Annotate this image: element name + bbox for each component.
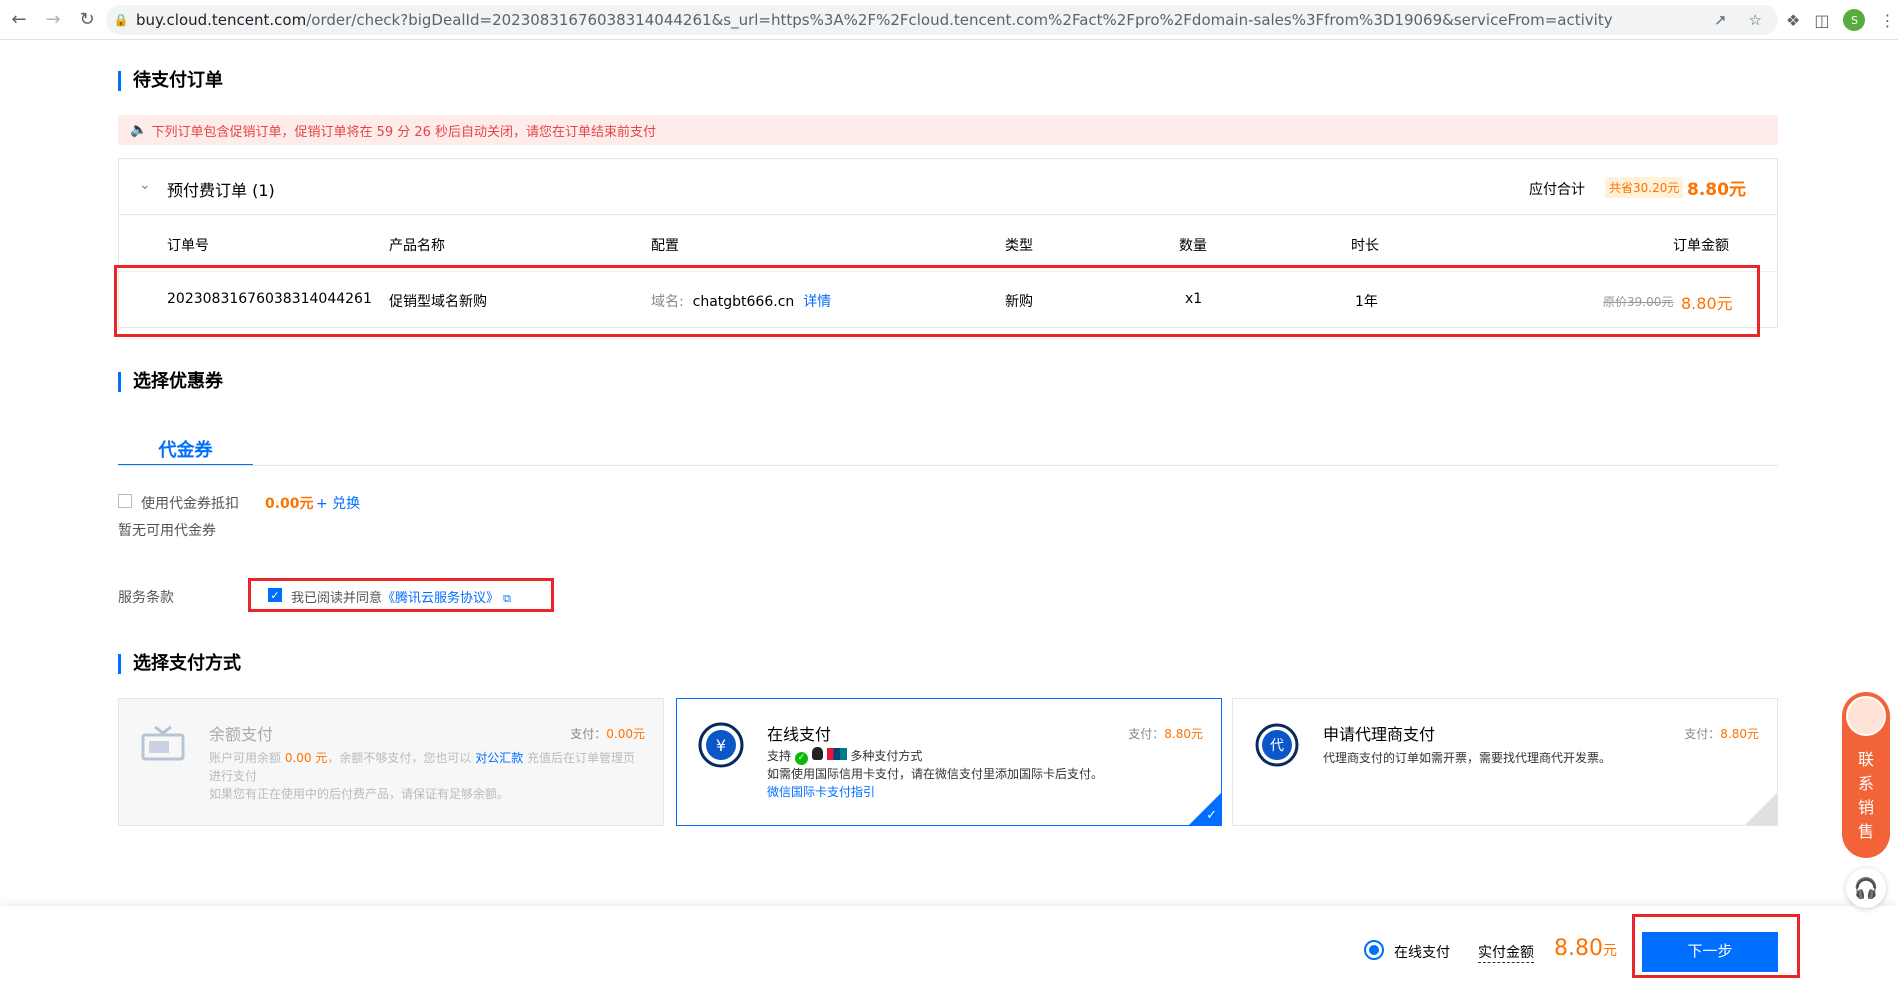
pay-label: 支付： bbox=[1128, 727, 1165, 741]
profile-avatar[interactable]: S bbox=[1843, 9, 1866, 31]
col-qty: 数量 bbox=[1179, 238, 1207, 254]
share-icon[interactable]: ↗ bbox=[1714, 11, 1727, 29]
payment-description: 支持 ✓ 多种支付方式 如需使用国际信用卡支付，请在微信支付里添加国际卡后支付。… bbox=[767, 747, 1203, 801]
unionpay-icon bbox=[826, 748, 847, 760]
extensions-puzzle-icon[interactable]: ❖ bbox=[1786, 11, 1800, 30]
support-label: 支持 bbox=[767, 749, 792, 763]
order-group-header[interactable]: ⌄ 预付费订单 (1) 应付合计 共省30.20元 8.80元 bbox=[119, 159, 1777, 215]
payment-amount: 支付：8.80元 bbox=[1128, 725, 1203, 742]
lock-icon: 🔒 bbox=[113, 13, 129, 27]
col-amount: 订单金额 bbox=[1673, 238, 1729, 254]
payment-amount: 支付：8.80元 bbox=[1684, 725, 1759, 742]
bookmark-star-icon[interactable]: ☆ bbox=[1749, 11, 1762, 29]
col-duration: 时长 bbox=[1351, 238, 1379, 254]
promo-notice-text: 下列订单包含促销订单，促销订单将在 59 分 26 秒后自动关闭，请您在订单结束… bbox=[151, 124, 657, 140]
multi-method-label: 多种支付方式 bbox=[850, 749, 923, 763]
contact-sales-label: 联 系 销 售 bbox=[1842, 748, 1890, 844]
pay-value: 8.80元 bbox=[1720, 727, 1759, 741]
payment-title: 余额支付 bbox=[209, 725, 274, 744]
side-panel-icon[interactable]: ◫ bbox=[1814, 11, 1829, 30]
sales-char: 销 bbox=[1857, 798, 1874, 817]
payment-description: 代理商支付的订单如需开票，需要找代理商代开发票。 bbox=[1323, 751, 1612, 765]
wechat-pay-icon: ✓ bbox=[794, 752, 808, 765]
col-product: 产品名称 bbox=[389, 238, 445, 254]
svg-text:代: 代 bbox=[1270, 738, 1284, 754]
savings-badge: 共省30.20元 bbox=[1605, 177, 1684, 198]
speaker-icon: 🔈 bbox=[130, 122, 148, 138]
browser-toolbar: ← → ↻ 🔒 buy.cloud.tencent.com/order/chec… bbox=[0, 0, 1898, 40]
no-voucher-text: 暂无可用代金券 bbox=[118, 523, 216, 539]
menu-kebab-icon[interactable]: ⋮ bbox=[1879, 11, 1895, 30]
payment-section-title: 选择支付方式 bbox=[118, 654, 241, 674]
pay-value: 0.00元 bbox=[606, 727, 645, 741]
intl-card-guide-link[interactable]: 微信国际卡支付指引 bbox=[767, 785, 875, 799]
unselected-corner bbox=[1745, 793, 1777, 825]
sales-char: 联 bbox=[1857, 750, 1874, 769]
exchange-voucher-link[interactable]: + 兑换 bbox=[316, 493, 360, 513]
tab-divider bbox=[118, 465, 1778, 466]
pay-label: 支付： bbox=[1684, 727, 1721, 741]
online-pay-radio[interactable] bbox=[1364, 940, 1384, 960]
corporate-remittance-link[interactable]: 对公汇款 bbox=[475, 751, 523, 765]
check-icon: ✓ bbox=[1206, 808, 1217, 823]
pending-orders-title: 待支付订单 bbox=[118, 71, 223, 91]
due-total-amount: 8.80元 bbox=[1687, 180, 1746, 200]
desc-part: 如果您有正在使用中的后付费产品，请保证有足够余额。 bbox=[209, 787, 510, 801]
voucher-deduct-amount: 0.00元 bbox=[265, 496, 314, 512]
order-group-title: 预付费订单 (1) bbox=[167, 181, 275, 200]
forward-arrow-icon[interactable]: → bbox=[38, 5, 68, 35]
sales-avatar bbox=[1846, 696, 1886, 736]
payment-title: 申请代理商支付 bbox=[1323, 725, 1436, 744]
sales-char: 系 bbox=[1857, 774, 1874, 793]
highlight-terms bbox=[248, 578, 554, 612]
actual-amount-label: 实付金额 bbox=[1478, 942, 1534, 963]
due-total-label: 应付合计 bbox=[1529, 182, 1585, 198]
back-arrow-icon[interactable]: ← bbox=[4, 5, 34, 35]
desc-part: ，余额不够支付，您也可以 bbox=[327, 751, 476, 765]
payment-agent-card[interactable]: 代 申请代理商支付 支付：8.80元 代理商支付的订单如需开票，需要找代理商代开… bbox=[1232, 698, 1778, 826]
contact-sales-widget[interactable]: 联 系 销 售 bbox=[1842, 692, 1890, 858]
pay-value: 8.80元 bbox=[1164, 727, 1203, 741]
actual-amount: 8.80元 bbox=[1554, 936, 1617, 961]
sales-char: 售 bbox=[1857, 822, 1874, 841]
terms-label: 服务条款 bbox=[118, 590, 174, 606]
svg-text:¥: ¥ bbox=[716, 736, 726, 755]
checkout-bar: 在线支付 实付金额 8.80元 下一步 bbox=[0, 906, 1898, 996]
amount-unit: 元 bbox=[1602, 943, 1617, 959]
col-type: 类型 bbox=[1005, 238, 1033, 254]
use-voucher-label: 使用代金券抵扣 bbox=[141, 496, 239, 512]
balance-value: 0.00 元 bbox=[284, 751, 328, 765]
promo-notice-banner: 🔈 下列订单包含促销订单，促销订单将在 59 分 26 秒后自动关闭，请您在订单… bbox=[118, 115, 1778, 145]
headset-support-icon[interactable]: 🎧 bbox=[1846, 868, 1886, 908]
selected-method-label: 在线支付 bbox=[1394, 945, 1450, 961]
desc-part: 账户可用余额 bbox=[209, 751, 285, 765]
address-bar[interactable]: 🔒 buy.cloud.tencent.com/order/check?bigD… bbox=[106, 5, 1778, 35]
highlight-next-button bbox=[1632, 914, 1800, 978]
yuan-icon: ¥ bbox=[698, 722, 744, 768]
qq-pay-icon bbox=[811, 747, 823, 760]
agent-icon: 代 bbox=[1255, 723, 1299, 767]
payment-online-card[interactable]: ¥ 在线支付 支付：8.80元 支持 ✓ 多种支付方式 如需使用国际信用卡支付，… bbox=[676, 698, 1222, 826]
highlight-order-row bbox=[114, 265, 1760, 337]
reload-icon[interactable]: ↻ bbox=[72, 5, 102, 35]
payment-description: 账户可用余额 0.00 元，余额不够支付，您也可以 对公汇款 充值后在订单管理页… bbox=[209, 749, 645, 803]
col-order-no: 订单号 bbox=[167, 238, 209, 254]
chevron-down-icon[interactable]: ⌄ bbox=[139, 177, 151, 193]
payment-title: 在线支付 bbox=[767, 725, 832, 744]
col-config: 配置 bbox=[651, 238, 679, 254]
coupon-section-title: 选择优惠券 bbox=[118, 372, 223, 392]
tab-voucher[interactable]: 代金券 bbox=[118, 436, 253, 466]
url-path: /order/check?bigDealId=20230831676038314… bbox=[306, 11, 1613, 29]
use-voucher-checkbox[interactable] bbox=[118, 494, 132, 508]
pay-label: 支付： bbox=[570, 727, 607, 741]
amount-value: 8.80 bbox=[1554, 936, 1603, 961]
wallet-icon bbox=[141, 725, 185, 761]
intl-card-note: 如需使用国际信用卡支付，请在微信支付里添加国际卡后支付。 bbox=[767, 767, 1104, 781]
payment-amount: 支付：0.00元 bbox=[570, 725, 645, 742]
url-host: buy.cloud.tencent.com bbox=[136, 11, 307, 29]
payment-balance-card[interactable]: 余额支付 支付：0.00元 账户可用余额 0.00 元，余额不够支付，您也可以 … bbox=[118, 698, 664, 826]
